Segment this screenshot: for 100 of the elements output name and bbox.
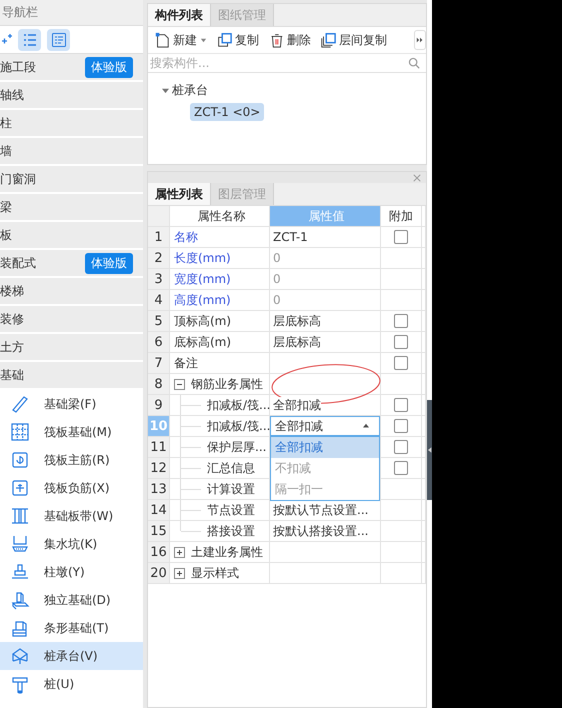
property-name: 长度(mm) <box>174 250 231 266</box>
category-item[interactable]: 轴线 <box>0 82 143 108</box>
component-type-item[interactable]: 基础板带(W) <box>0 502 143 530</box>
row-number[interactable]: 9 <box>148 395 170 415</box>
tree-group-label[interactable]: 桩承台 <box>172 82 208 98</box>
row-number[interactable]: 7 <box>148 353 170 373</box>
property-value: 0 <box>273 293 281 307</box>
checkbox[interactable] <box>394 461 408 475</box>
checkbox[interactable] <box>394 314 408 328</box>
close-icon[interactable] <box>413 174 421 182</box>
checkbox[interactable] <box>394 356 408 370</box>
property-name: 高度(mm) <box>174 292 231 308</box>
category-item[interactable]: 装配式 体验版 <box>0 250 143 276</box>
property-name: 汇总信息 <box>207 460 255 476</box>
component-type-item[interactable]: 集水坑(K) <box>0 530 143 558</box>
property-value: 层底标高 <box>273 312 321 330</box>
property-name: 底标高(m) <box>174 334 232 350</box>
component-type-item[interactable]: 桩(U) <box>0 670 143 698</box>
component-type-item[interactable]: 基础梁(F) <box>0 390 143 418</box>
checkbox[interactable] <box>394 335 408 349</box>
component-type-item[interactable]: 筏板基础(M) <box>0 418 143 446</box>
component-type-item[interactable]: 独立基础(D) <box>0 586 143 614</box>
row-number[interactable]: 12 <box>148 458 170 478</box>
panel-tab[interactable]: 属性列表 <box>148 183 211 205</box>
new-document-icon <box>154 32 170 48</box>
stacked-copy-icon <box>320 32 336 48</box>
caret-icon <box>200 36 207 44</box>
document-list-icon <box>50 32 66 48</box>
floor-copy-button[interactable]: 层间复制 <box>317 32 390 48</box>
row-number[interactable]: 14 <box>148 500 170 520</box>
category-item[interactable]: 楼梯 <box>0 278 143 304</box>
property-name: 保护层厚... <box>207 438 266 456</box>
row-number[interactable]: 16 <box>148 542 170 562</box>
expand-icon[interactable] <box>174 568 185 578</box>
column-header[interactable]: 附加 <box>381 206 422 226</box>
property-name: 搭接设置 <box>207 522 255 540</box>
copy-button[interactable]: 复制 <box>213 32 262 48</box>
category-item[interactable]: 墙 <box>0 138 143 164</box>
collapse-icon[interactable] <box>174 378 185 390</box>
category-item[interactable]: 装修 <box>0 306 143 332</box>
grid-icon <box>10 422 30 442</box>
property-name: 顶标高(m) <box>174 312 232 330</box>
trial-badge: 体验版 <box>85 252 133 274</box>
row-number[interactable]: 13 <box>148 479 170 499</box>
category-item[interactable]: 柱 <box>0 110 143 136</box>
property-name: 土建业务属性 <box>191 544 263 560</box>
property-name: 计算设置 <box>207 480 255 498</box>
row-number[interactable]: 20 <box>148 563 170 583</box>
row-number[interactable]: 4 <box>148 290 170 310</box>
pile-cap-icon <box>10 646 30 666</box>
detail-view-button[interactable] <box>47 28 70 50</box>
list-view-button[interactable] <box>18 28 41 50</box>
pit-icon <box>10 534 30 554</box>
checkbox[interactable] <box>394 440 408 454</box>
checkbox[interactable] <box>394 398 408 412</box>
row-number[interactable]: 5 <box>148 311 170 331</box>
property-value: 全部扣减 <box>273 396 321 414</box>
double-arrow-icon <box>416 36 424 44</box>
property-value: 0 <box>273 272 281 286</box>
property-name: 扣减板/筏... <box>207 396 270 414</box>
beam-icon <box>10 394 30 414</box>
row-number[interactable]: 15 <box>148 521 170 541</box>
property-value: ZCT-1 <box>273 230 308 244</box>
component-item[interactable]: ZCT-1 <0> <box>190 103 264 121</box>
property-name: 名称 <box>174 228 198 246</box>
category-item[interactable]: 门窗洞 <box>0 166 143 192</box>
component-type-item[interactable]: 桩承台(V) <box>0 642 143 670</box>
more-button[interactable] <box>414 30 426 50</box>
value-dropdown[interactable]: 全部扣减 <box>270 416 380 436</box>
row-number[interactable]: 11 <box>148 437 170 457</box>
framed-cross-icon <box>10 478 30 498</box>
panel-title: 导航栏 <box>0 0 143 26</box>
row-number[interactable]: 6 <box>148 332 170 352</box>
component-type-item[interactable]: 条形基础(T) <box>0 614 143 642</box>
strip-icon <box>10 506 30 526</box>
splitter-handle[interactable] <box>427 400 432 500</box>
category-item[interactable]: 梁 <box>0 194 143 220</box>
category-item[interactable]: 板 <box>0 222 143 248</box>
property-value: 0 <box>273 251 281 265</box>
row-number[interactable]: 2 <box>148 248 170 268</box>
panel-tab[interactable]: 构件列表 <box>148 4 211 26</box>
row-number[interactable]: 8 <box>148 374 170 394</box>
expanded-caret-icon[interactable] <box>162 86 169 94</box>
row-number[interactable]: 1 <box>148 227 170 247</box>
category-item[interactable]: 基础 <box>0 362 143 388</box>
component-type-item[interactable]: 筏板主筋(R) <box>0 446 143 474</box>
category-item[interactable]: 土方 <box>0 334 143 360</box>
new-button[interactable]: 新建 <box>151 32 210 48</box>
component-type-item[interactable]: 筏板负筋(X) <box>0 474 143 502</box>
row-number[interactable]: 3 <box>148 269 170 289</box>
expand-icon[interactable] <box>174 546 185 558</box>
property-name: 节点设置 <box>207 502 255 518</box>
delete-button[interactable]: 删除 <box>265 32 314 48</box>
property-value: 按默认节点设置... <box>273 502 368 518</box>
category-item[interactable]: 施工段 体验版 <box>0 54 143 80</box>
add-sparkle-icon[interactable] <box>0 34 12 46</box>
checkbox[interactable] <box>394 419 408 433</box>
checkbox[interactable] <box>394 230 408 244</box>
component-type-item[interactable]: 柱墩(Y) <box>0 558 143 586</box>
property-name: 扣减板/筏... <box>207 418 270 434</box>
